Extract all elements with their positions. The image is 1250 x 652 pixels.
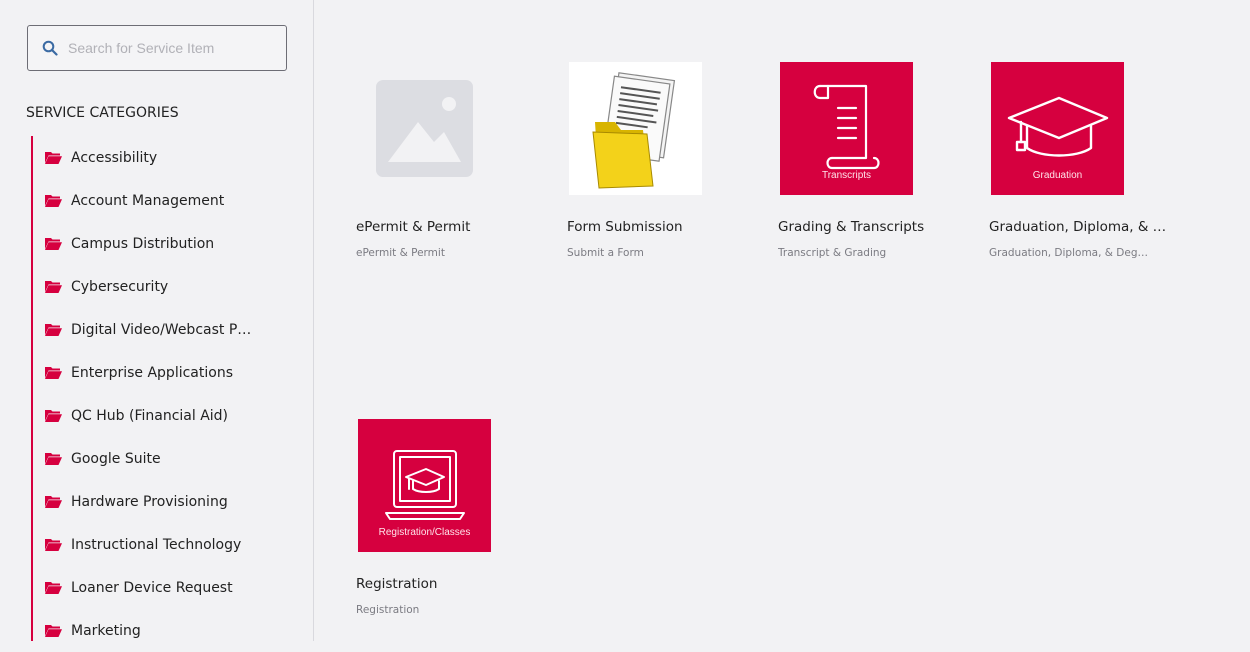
category-instructional-technology[interactable]: Instructional Technology <box>33 523 303 566</box>
tile-title: Grading & Transcripts <box>778 219 925 235</box>
folder-open-icon <box>45 195 62 207</box>
service-grid: ePermit & Permit ePermit & Permit Form S… <box>314 0 1250 641</box>
category-accessibility[interactable]: Accessibility <box>33 136 303 179</box>
tile-image <box>569 62 702 195</box>
category-label: Google Suite <box>71 450 161 467</box>
category-label: Campus Distribution <box>71 235 215 252</box>
category-list: Accessibility Account Management Campus … <box>31 136 303 641</box>
tile-subtitle: ePermit & Permit <box>356 247 445 259</box>
folder-open-icon <box>45 324 62 336</box>
category-label: Instructional Technology <box>71 536 242 553</box>
category-cybersecurity[interactable]: Cybersecurity <box>33 265 303 308</box>
tile-image <box>358 62 491 195</box>
category-hardware-provisioning[interactable]: Hardware Provisioning <box>33 480 303 523</box>
sidebar: SERVICE CATEGORIES Accessibility Account… <box>0 0 314 641</box>
category-label: Loaner Device Request <box>71 579 233 596</box>
category-label: Account Management <box>71 192 225 209</box>
tile-caption: Transcripts <box>821 170 872 181</box>
category-label: Accessibility <box>71 149 158 166</box>
tile-subtitle: Transcript & Grading <box>778 247 887 259</box>
category-account-management[interactable]: Account Management <box>33 179 303 222</box>
tile-subtitle: Graduation, Diploma, & Deg… <box>989 247 1149 259</box>
service-tile-form-submission[interactable]: Form Submission Submit a Form <box>551 62 751 259</box>
tile-image: Transcripts <box>780 62 913 195</box>
service-tile-registration[interactable]: Registration/Classes Registration Regist… <box>340 419 540 616</box>
folder-open-icon <box>45 367 62 379</box>
folder-open-icon <box>45 281 62 293</box>
tile-title: Form Submission <box>567 219 683 235</box>
service-tile-graduation[interactable]: Graduation Graduation, Diploma, & … Grad… <box>973 62 1173 259</box>
folder-open-icon <box>45 496 62 508</box>
service-tile-grading-transcripts[interactable]: Transcripts Grading & Transcripts Transc… <box>762 62 962 259</box>
category-campus-distribution[interactable]: Campus Distribution <box>33 222 303 265</box>
search-box[interactable] <box>27 25 287 71</box>
tile-subtitle: Submit a Form <box>567 247 644 259</box>
tile-title: Graduation, Diploma, & … <box>989 219 1167 235</box>
tile-image: Registration/Classes <box>358 419 491 552</box>
category-qc-hub[interactable]: QC Hub (Financial Aid) <box>33 394 303 437</box>
folder-open-icon <box>45 238 62 250</box>
search-input[interactable] <box>66 39 270 57</box>
document-folder-icon <box>592 72 676 189</box>
tile-caption: Registration/Classes <box>378 527 471 538</box>
category-loaner-device-request[interactable]: Loaner Device Request <box>33 566 303 609</box>
category-label: Hardware Provisioning <box>71 493 228 510</box>
folder-open-icon <box>45 582 62 594</box>
tile-title: Registration <box>356 576 438 592</box>
tile-image: Graduation <box>991 62 1124 195</box>
service-tile-epermit[interactable]: ePermit & Permit ePermit & Permit <box>340 62 540 259</box>
category-label: Digital Video/Webcast P… <box>71 321 252 338</box>
folder-open-icon <box>45 410 62 422</box>
category-enterprise-applications[interactable]: Enterprise Applications <box>33 351 303 394</box>
search-icon <box>42 40 58 56</box>
folder-open-icon <box>45 453 62 465</box>
category-label: Marketing <box>71 622 141 639</box>
category-digital-video[interactable]: Digital Video/Webcast P… <box>33 308 303 351</box>
placeholder-image-icon <box>376 80 473 177</box>
folder-open-icon <box>45 152 62 164</box>
category-label: Cybersecurity <box>71 278 169 295</box>
category-google-suite[interactable]: Google Suite <box>33 437 303 480</box>
tile-subtitle: Registration <box>356 604 420 616</box>
tile-caption: Graduation <box>1032 170 1083 181</box>
category-label: Enterprise Applications <box>71 364 233 381</box>
folder-open-icon <box>45 539 62 551</box>
folder-open-icon <box>45 625 62 637</box>
category-label: QC Hub (Financial Aid) <box>71 407 229 424</box>
tile-title: ePermit & Permit <box>356 219 471 235</box>
category-marketing[interactable]: Marketing <box>33 609 303 652</box>
categories-heading: SERVICE CATEGORIES <box>26 105 179 121</box>
